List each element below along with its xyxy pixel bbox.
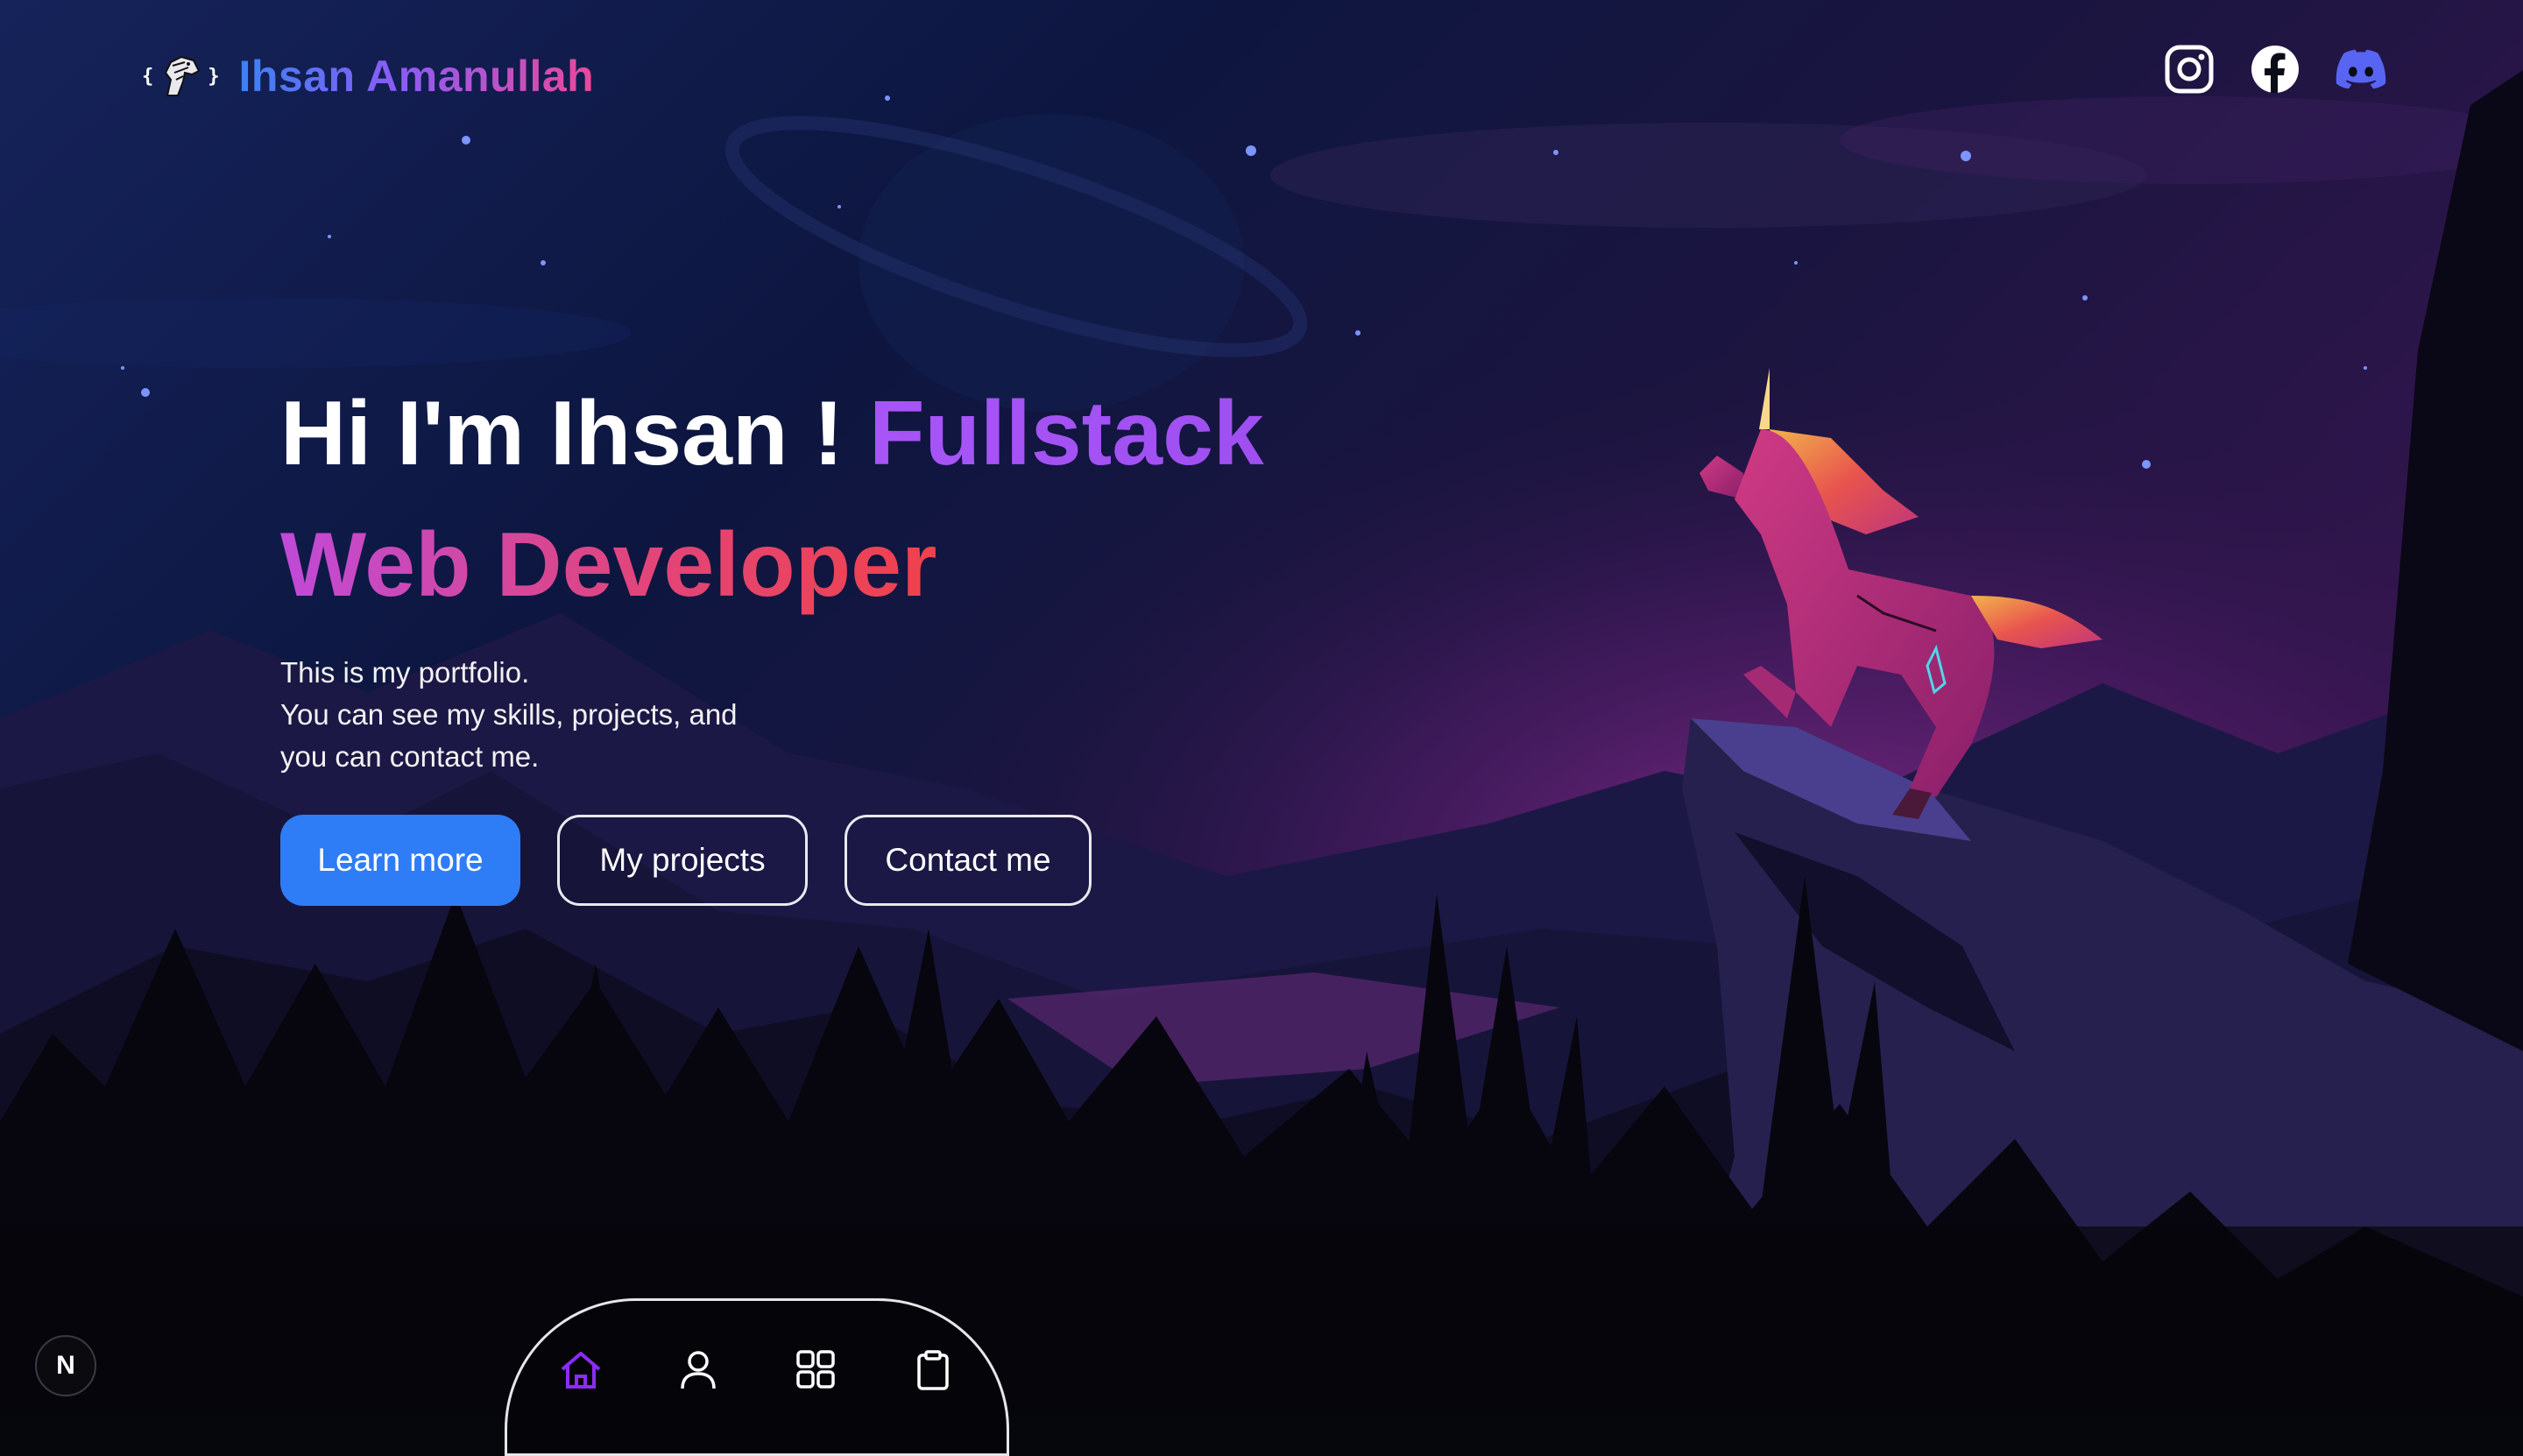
nav-projects[interactable] (786, 1350, 845, 1410)
hero-actions: Learn more My projects Contact me (280, 815, 1092, 906)
nextjs-badge-label: N (56, 1351, 75, 1380)
learn-more-button[interactable]: Learn more (280, 815, 520, 906)
facebook-link[interactable] (2250, 44, 2300, 95)
instagram-link[interactable] (2164, 44, 2215, 95)
hero-title-role-1: Fullstack (868, 383, 1264, 484)
contact-me-button[interactable]: Contact me (845, 815, 1092, 906)
nextjs-badge[interactable]: N (35, 1335, 96, 1396)
my-projects-button[interactable]: My projects (557, 815, 808, 906)
social-links (2164, 44, 2386, 95)
logo-brace-left: { (142, 65, 154, 88)
hero-description: This is my portfolio. You can see my ski… (280, 652, 894, 778)
facebook-icon (2251, 46, 2299, 93)
hero-desc-line-2: You can see my skills, projects, and (280, 698, 738, 731)
grid-icon (796, 1350, 835, 1389)
hero-title: Hi I'm Ihsan ! Fullstack Web Developer (280, 368, 1332, 631)
bottom-nav (505, 1298, 1009, 1456)
clipboard-icon (917, 1350, 949, 1390)
hero-desc-line-1: This is my portfolio. (280, 656, 530, 689)
logo-brace-right: } (208, 65, 220, 88)
nav-home[interactable] (551, 1350, 611, 1410)
discord-link[interactable] (2336, 44, 2386, 95)
hero-title-role-2: Web Developer (280, 514, 937, 616)
site-logo[interactable]: { } Ihsan Amanullah (142, 51, 594, 102)
hero-desc-line-3: you can contact me. (280, 740, 540, 773)
discord-icon (2336, 49, 2386, 89)
instagram-icon (2165, 45, 2214, 94)
nav-about[interactable] (668, 1350, 728, 1410)
logo-mark: { } (142, 53, 220, 99)
horse-head-icon (165, 55, 201, 96)
user-icon (681, 1351, 716, 1389)
home-icon (561, 1352, 601, 1389)
site-name: Ihsan Amanullah (238, 52, 595, 101)
nav-contact[interactable] (903, 1350, 963, 1410)
hero-title-greeting: Hi I'm Ihsan ! (280, 383, 869, 484)
